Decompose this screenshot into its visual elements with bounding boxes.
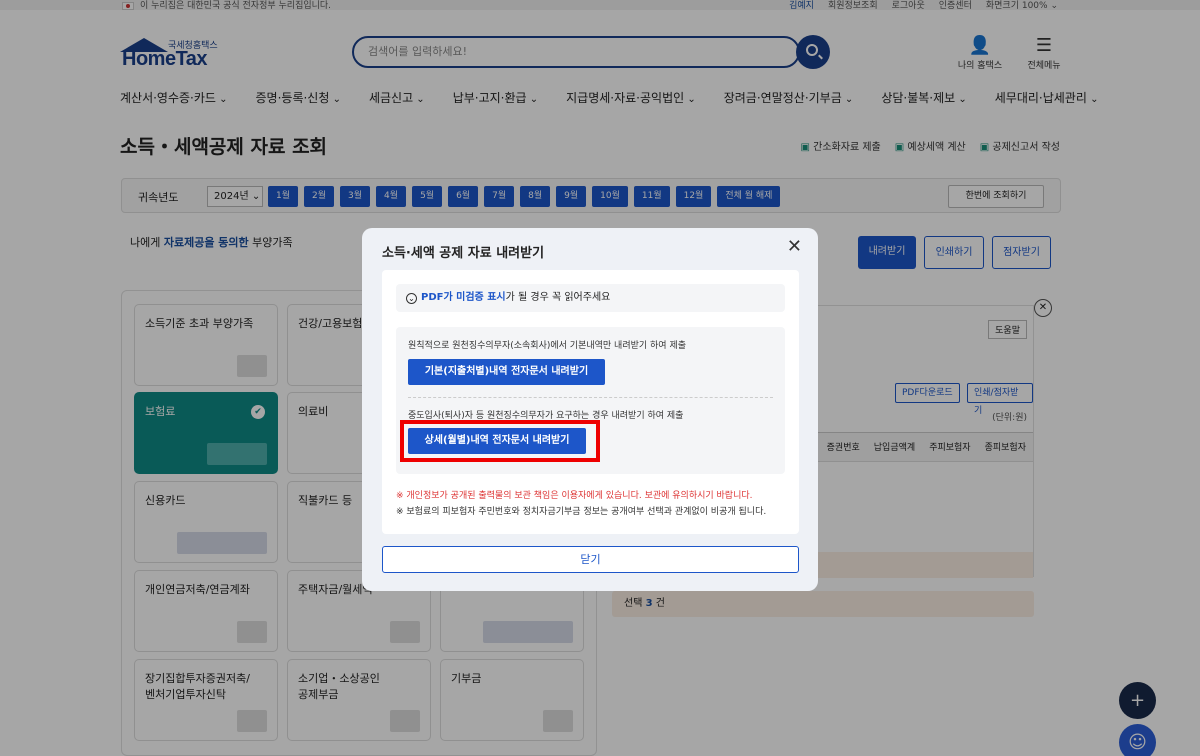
download-modal: 소득·세액 공제 자료 내려받기 ✕ ⌄ PDF가 미검증 표시가 될 경우 꼭 …: [362, 228, 818, 591]
divider: [408, 397, 773, 398]
download-options: 원칙적으로 원천징수의무자(소속회사)에서 기본내역만 내려받기 하여 제출 기…: [396, 327, 785, 474]
privacy-warning: ※ 개인정보가 공개된 출력물의 보관 책임은 이용자에게 있습니다. 보관에 …: [396, 491, 753, 501]
insurance-notice: ※ 보험료의 피보험자 주민번호와 정치자금기부금 정보는 공개여부 선택과 관…: [396, 507, 767, 517]
basic-download-button[interactable]: 기본(지출처별)내역 전자문서 내려받기: [408, 359, 605, 385]
basic-download-desc: 원칙적으로 원천징수의무자(소속회사)에서 기본내역만 내려받기 하여 제출: [408, 341, 687, 351]
modal-title: 소득·세액 공제 자료 내려받기: [382, 246, 545, 261]
modal-content: ⌄ PDF가 미검증 표시가 될 경우 꼭 읽어주세요 원칙적으로 원천징수의무자…: [382, 270, 799, 534]
pdf-unverified-notice[interactable]: ⌄ PDF가 미검증 표시가 될 경우 꼭 읽어주세요: [396, 284, 785, 312]
close-icon[interactable]: ✕: [787, 238, 802, 256]
chevron-down-icon: ⌄: [406, 293, 417, 304]
close-button[interactable]: 닫기: [382, 546, 799, 573]
detail-download-button[interactable]: 상세(월별)내역 전자문서 내려받기: [408, 428, 586, 454]
